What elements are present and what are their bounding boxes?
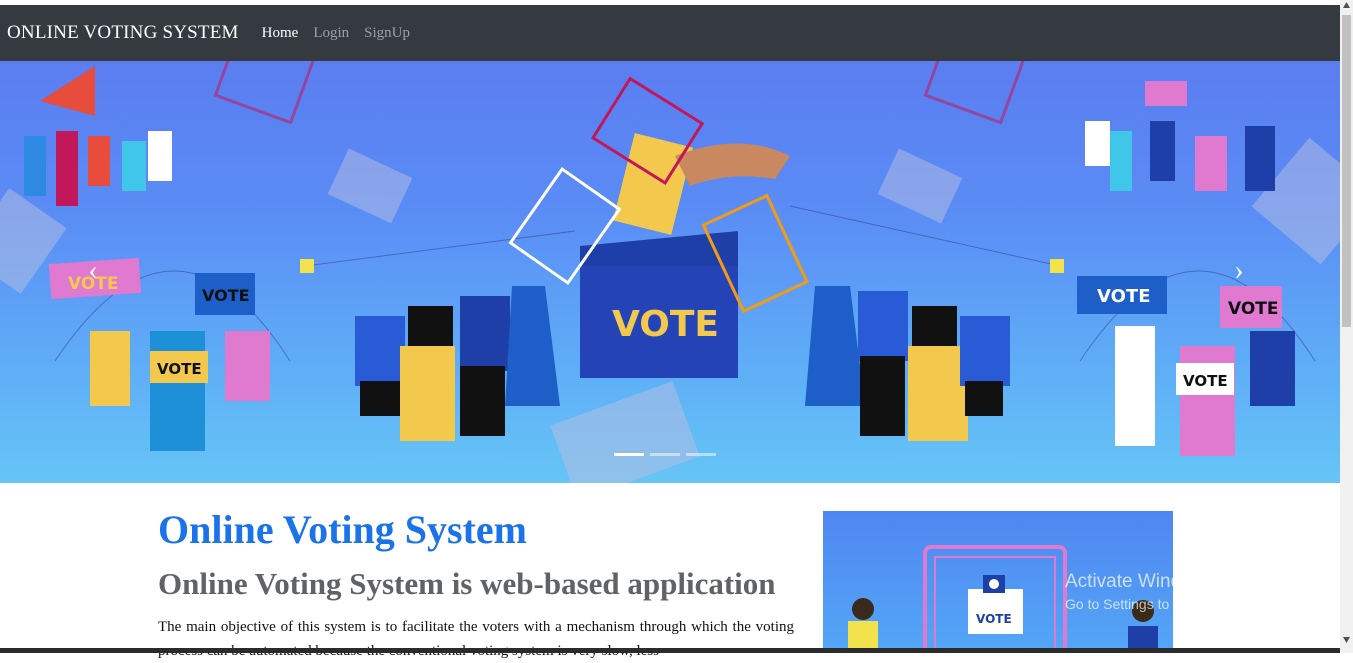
main-content: Online Voting System Online Voting Syste…: [158, 505, 794, 663]
nav-login-link[interactable]: Login: [313, 25, 349, 42]
nav-links: Home Login SignUp: [262, 25, 425, 42]
vote-sign-2: VOTE: [202, 286, 250, 305]
carousel-indicator-3[interactable]: [686, 453, 716, 456]
vote-sign-3: VOTE: [157, 360, 202, 378]
online-vote-illustration: VOTE: [848, 545, 1158, 653]
nav-home-link[interactable]: Home: [262, 25, 299, 42]
voting-illustration-image: VOTE: [823, 511, 1173, 653]
page-title: Online Voting System: [158, 507, 527, 552]
crowd-center-left: [355, 286, 560, 441]
side-vote-label: VOTE: [976, 612, 1012, 626]
crowd-center-right: [805, 286, 1010, 441]
carousel-indicator-2[interactable]: [650, 453, 680, 456]
ballot-box-label: VOTE: [612, 304, 719, 345]
carousel-indicator-1[interactable]: [614, 453, 644, 456]
crowd-left: [24, 131, 172, 206]
navbar: ONLINE VOTING SYSTEM Home Login SignUp: [0, 5, 1340, 61]
carousel-next-button[interactable]: ›: [1224, 251, 1254, 291]
election-illustration: VOTE VOTE VOTE VOTE VOTE VOTE VOTE: [0, 61, 1340, 483]
scroll-up-arrow-icon[interactable]: [1343, 2, 1350, 8]
carousel-prev-button[interactable]: ‹: [78, 251, 108, 291]
chevron-right-icon: ›: [1234, 255, 1244, 286]
vote-sign-5: VOTE: [1228, 299, 1279, 319]
brand-title[interactable]: ONLINE VOTING SYSTEM: [7, 22, 239, 44]
ballot-paper-top-right: [923, 61, 1027, 125]
scrollbar-thumb[interactable]: [1342, 15, 1351, 327]
megaphone-icon: [40, 66, 95, 116]
taskbar-edge: [0, 648, 1340, 653]
hero-carousel: VOTE VOTE VOTE VOTE VOTE VOTE VOTE ‹ ›: [0, 61, 1340, 483]
crowd-right-top: [1085, 81, 1275, 191]
ballot-paper-top-left: [213, 61, 317, 125]
chevron-left-icon: ‹: [88, 255, 98, 286]
vote-sign-4: VOTE: [1097, 286, 1151, 307]
description-paragraph: The main objective of this system is to …: [158, 619, 794, 659]
scroll-down-arrow-icon[interactable]: [1343, 637, 1350, 643]
page-subtitle: Online Voting System is web-based applic…: [158, 566, 776, 601]
nav-signup-link[interactable]: SignUp: [364, 25, 410, 42]
vote-sign-6: VOTE: [1183, 372, 1228, 390]
carousel-indicators: [614, 453, 722, 456]
